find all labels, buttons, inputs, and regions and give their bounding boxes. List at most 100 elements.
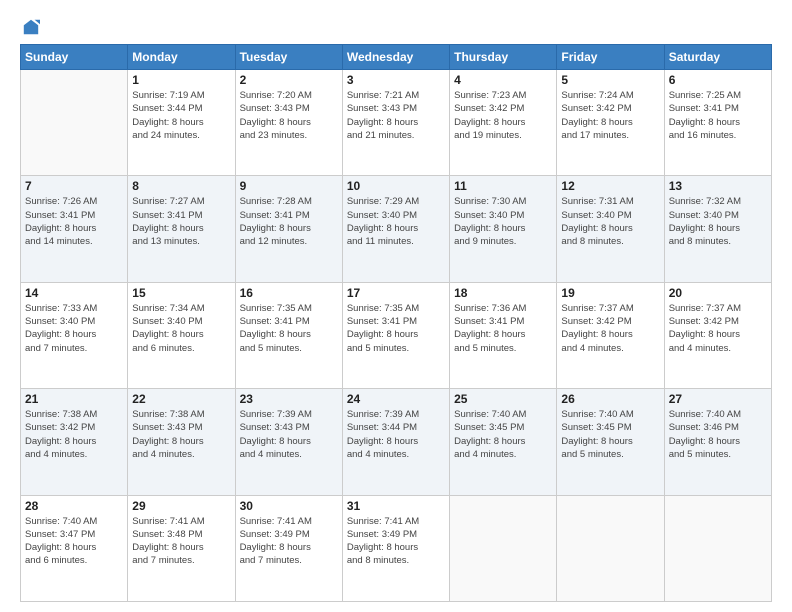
- day-number: 14: [25, 286, 123, 300]
- calendar-header-sunday: Sunday: [21, 45, 128, 70]
- calendar-cell: 8 Sunrise: 7:27 AM Sunset: 3:41 PM Daylig…: [128, 176, 235, 282]
- day-info: Sunrise: 7:40 AM Sunset: 3:47 PM Dayligh…: [25, 515, 123, 568]
- day-info: Sunrise: 7:40 AM Sunset: 3:46 PM Dayligh…: [669, 408, 767, 461]
- calendar-cell: 11Sunrise: 7:30 AM Sunset: 3:40 PM Dayli…: [450, 176, 557, 282]
- calendar-cell: 18 Sunrise: 7:36 AM Sunset: 3:41 PM Dayli…: [450, 282, 557, 388]
- day-number: 9: [240, 179, 338, 193]
- day-number: 17: [347, 286, 445, 300]
- day-info: Sunrise: 7:36 AM Sunset: 3:41 PM Dayligh…: [454, 302, 552, 355]
- day-info: Sunrise: 7:40 AM Sunset: 3:45 PM Dayligh…: [454, 408, 552, 461]
- calendar-cell: [664, 495, 771, 601]
- day-info: Sunrise: 7:38 AM Sunset: 3:43 PM Dayligh…: [132, 408, 230, 461]
- day-number: 23: [240, 392, 338, 406]
- day-info: Sunrise: 7:41 AM Sunset: 3:48 PM Dayligh…: [132, 515, 230, 568]
- calendar-cell: [450, 495, 557, 601]
- day-info: Sunrise: 7:29 AM Sunset: 3:40 PM Dayligh…: [347, 195, 445, 248]
- day-number: 7: [25, 179, 123, 193]
- day-number: 28: [25, 499, 123, 513]
- day-number: 20: [669, 286, 767, 300]
- day-info: Sunrise: 7:23 AM Sunset: 3:42 PM Dayligh…: [454, 89, 552, 142]
- day-number: 6: [669, 73, 767, 87]
- day-number: 24: [347, 392, 445, 406]
- day-info: Sunrise: 7:41 AM Sunset: 3:49 PM Dayligh…: [347, 515, 445, 568]
- calendar-header-wednesday: Wednesday: [342, 45, 449, 70]
- day-info: Sunrise: 7:21 AM Sunset: 3:43 PM Dayligh…: [347, 89, 445, 142]
- day-number: 21: [25, 392, 123, 406]
- header: [20, 18, 772, 36]
- day-info: Sunrise: 7:24 AM Sunset: 3:42 PM Dayligh…: [561, 89, 659, 142]
- day-info: Sunrise: 7:39 AM Sunset: 3:44 PM Dayligh…: [347, 408, 445, 461]
- day-number: 19: [561, 286, 659, 300]
- day-number: 1: [132, 73, 230, 87]
- calendar-cell: 22Sunrise: 7:38 AM Sunset: 3:43 PM Dayli…: [128, 389, 235, 495]
- day-info: Sunrise: 7:38 AM Sunset: 3:42 PM Dayligh…: [25, 408, 123, 461]
- calendar-header-row: SundayMondayTuesdayWednesdayThursdayFrid…: [21, 45, 772, 70]
- day-number: 27: [669, 392, 767, 406]
- calendar-cell: 12 Sunrise: 7:31 AM Sunset: 3:40 PM Dayli…: [557, 176, 664, 282]
- day-number: 8: [132, 179, 230, 193]
- day-info: Sunrise: 7:34 AM Sunset: 3:40 PM Dayligh…: [132, 302, 230, 355]
- calendar-cell: 16Sunrise: 7:35 AM Sunset: 3:41 PM Dayli…: [235, 282, 342, 388]
- calendar-cell: 17 Sunrise: 7:35 AM Sunset: 3:41 PM Dayli…: [342, 282, 449, 388]
- calendar-header-tuesday: Tuesday: [235, 45, 342, 70]
- calendar-cell: 27 Sunrise: 7:40 AM Sunset: 3:46 PM Dayli…: [664, 389, 771, 495]
- day-info: Sunrise: 7:26 AM Sunset: 3:41 PM Dayligh…: [25, 195, 123, 248]
- calendar-cell: 6 Sunrise: 7:25 AM Sunset: 3:41 PM Daylig…: [664, 70, 771, 176]
- calendar-cell: 1 Sunrise: 7:19 AM Sunset: 3:44 PM Daylig…: [128, 70, 235, 176]
- calendar-cell: 14 Sunrise: 7:33 AM Sunset: 3:40 PM Dayli…: [21, 282, 128, 388]
- day-info: Sunrise: 7:35 AM Sunset: 3:41 PM Dayligh…: [240, 302, 338, 355]
- calendar-header-thursday: Thursday: [450, 45, 557, 70]
- day-info: Sunrise: 7:32 AM Sunset: 3:40 PM Dayligh…: [669, 195, 767, 248]
- calendar-week-row: 1 Sunrise: 7:19 AM Sunset: 3:44 PM Daylig…: [21, 70, 772, 176]
- calendar-header-saturday: Saturday: [664, 45, 771, 70]
- day-number: 4: [454, 73, 552, 87]
- day-info: Sunrise: 7:33 AM Sunset: 3:40 PM Dayligh…: [25, 302, 123, 355]
- calendar-header-monday: Monday: [128, 45, 235, 70]
- calendar-week-row: 28 Sunrise: 7:40 AM Sunset: 3:47 PM Dayli…: [21, 495, 772, 601]
- calendar-cell: 25 Sunrise: 7:40 AM Sunset: 3:45 PM Dayli…: [450, 389, 557, 495]
- day-info: Sunrise: 7:27 AM Sunset: 3:41 PM Dayligh…: [132, 195, 230, 248]
- calendar-week-row: 21 Sunrise: 7:38 AM Sunset: 3:42 PM Dayli…: [21, 389, 772, 495]
- calendar-cell: 31Sunrise: 7:41 AM Sunset: 3:49 PM Dayli…: [342, 495, 449, 601]
- day-info: Sunrise: 7:40 AM Sunset: 3:45 PM Dayligh…: [561, 408, 659, 461]
- day-number: 10: [347, 179, 445, 193]
- day-info: Sunrise: 7:20 AM Sunset: 3:43 PM Dayligh…: [240, 89, 338, 142]
- calendar-cell: 2Sunrise: 7:20 AM Sunset: 3:43 PM Daylig…: [235, 70, 342, 176]
- calendar-cell: 26 Sunrise: 7:40 AM Sunset: 3:45 PM Dayli…: [557, 389, 664, 495]
- calendar-header-friday: Friday: [557, 45, 664, 70]
- calendar-cell: 24 Sunrise: 7:39 AM Sunset: 3:44 PM Dayli…: [342, 389, 449, 495]
- calendar-cell: 28 Sunrise: 7:40 AM Sunset: 3:47 PM Dayli…: [21, 495, 128, 601]
- day-number: 3: [347, 73, 445, 87]
- calendar-cell: 9Sunrise: 7:28 AM Sunset: 3:41 PM Daylig…: [235, 176, 342, 282]
- calendar-table: SundayMondayTuesdayWednesdayThursdayFrid…: [20, 44, 772, 602]
- day-info: Sunrise: 7:30 AM Sunset: 3:40 PM Dayligh…: [454, 195, 552, 248]
- day-number: 29: [132, 499, 230, 513]
- calendar-cell: 13 Sunrise: 7:32 AM Sunset: 3:40 PM Dayli…: [664, 176, 771, 282]
- day-number: 25: [454, 392, 552, 406]
- day-number: 13: [669, 179, 767, 193]
- logo-icon: [22, 18, 40, 36]
- calendar-week-row: 7 Sunrise: 7:26 AM Sunset: 3:41 PM Daylig…: [21, 176, 772, 282]
- day-info: Sunrise: 7:25 AM Sunset: 3:41 PM Dayligh…: [669, 89, 767, 142]
- calendar-cell: 10 Sunrise: 7:29 AM Sunset: 3:40 PM Dayli…: [342, 176, 449, 282]
- calendar-cell: 20Sunrise: 7:37 AM Sunset: 3:42 PM Dayli…: [664, 282, 771, 388]
- day-number: 15: [132, 286, 230, 300]
- day-info: Sunrise: 7:31 AM Sunset: 3:40 PM Dayligh…: [561, 195, 659, 248]
- calendar-cell: 4 Sunrise: 7:23 AM Sunset: 3:42 PM Daylig…: [450, 70, 557, 176]
- day-number: 5: [561, 73, 659, 87]
- calendar-cell: 5 Sunrise: 7:24 AM Sunset: 3:42 PM Daylig…: [557, 70, 664, 176]
- day-info: Sunrise: 7:35 AM Sunset: 3:41 PM Dayligh…: [347, 302, 445, 355]
- calendar-cell: 30 Sunrise: 7:41 AM Sunset: 3:49 PM Dayli…: [235, 495, 342, 601]
- day-number: 26: [561, 392, 659, 406]
- day-info: Sunrise: 7:37 AM Sunset: 3:42 PM Dayligh…: [561, 302, 659, 355]
- calendar-cell: 3 Sunrise: 7:21 AM Sunset: 3:43 PM Daylig…: [342, 70, 449, 176]
- day-number: 12: [561, 179, 659, 193]
- calendar-cell: 21 Sunrise: 7:38 AM Sunset: 3:42 PM Dayli…: [21, 389, 128, 495]
- calendar-cell: 19 Sunrise: 7:37 AM Sunset: 3:42 PM Dayli…: [557, 282, 664, 388]
- day-number: 30: [240, 499, 338, 513]
- calendar-week-row: 14 Sunrise: 7:33 AM Sunset: 3:40 PM Dayli…: [21, 282, 772, 388]
- day-info: Sunrise: 7:19 AM Sunset: 3:44 PM Dayligh…: [132, 89, 230, 142]
- day-info: Sunrise: 7:41 AM Sunset: 3:49 PM Dayligh…: [240, 515, 338, 568]
- logo: [20, 18, 40, 36]
- day-number: 18: [454, 286, 552, 300]
